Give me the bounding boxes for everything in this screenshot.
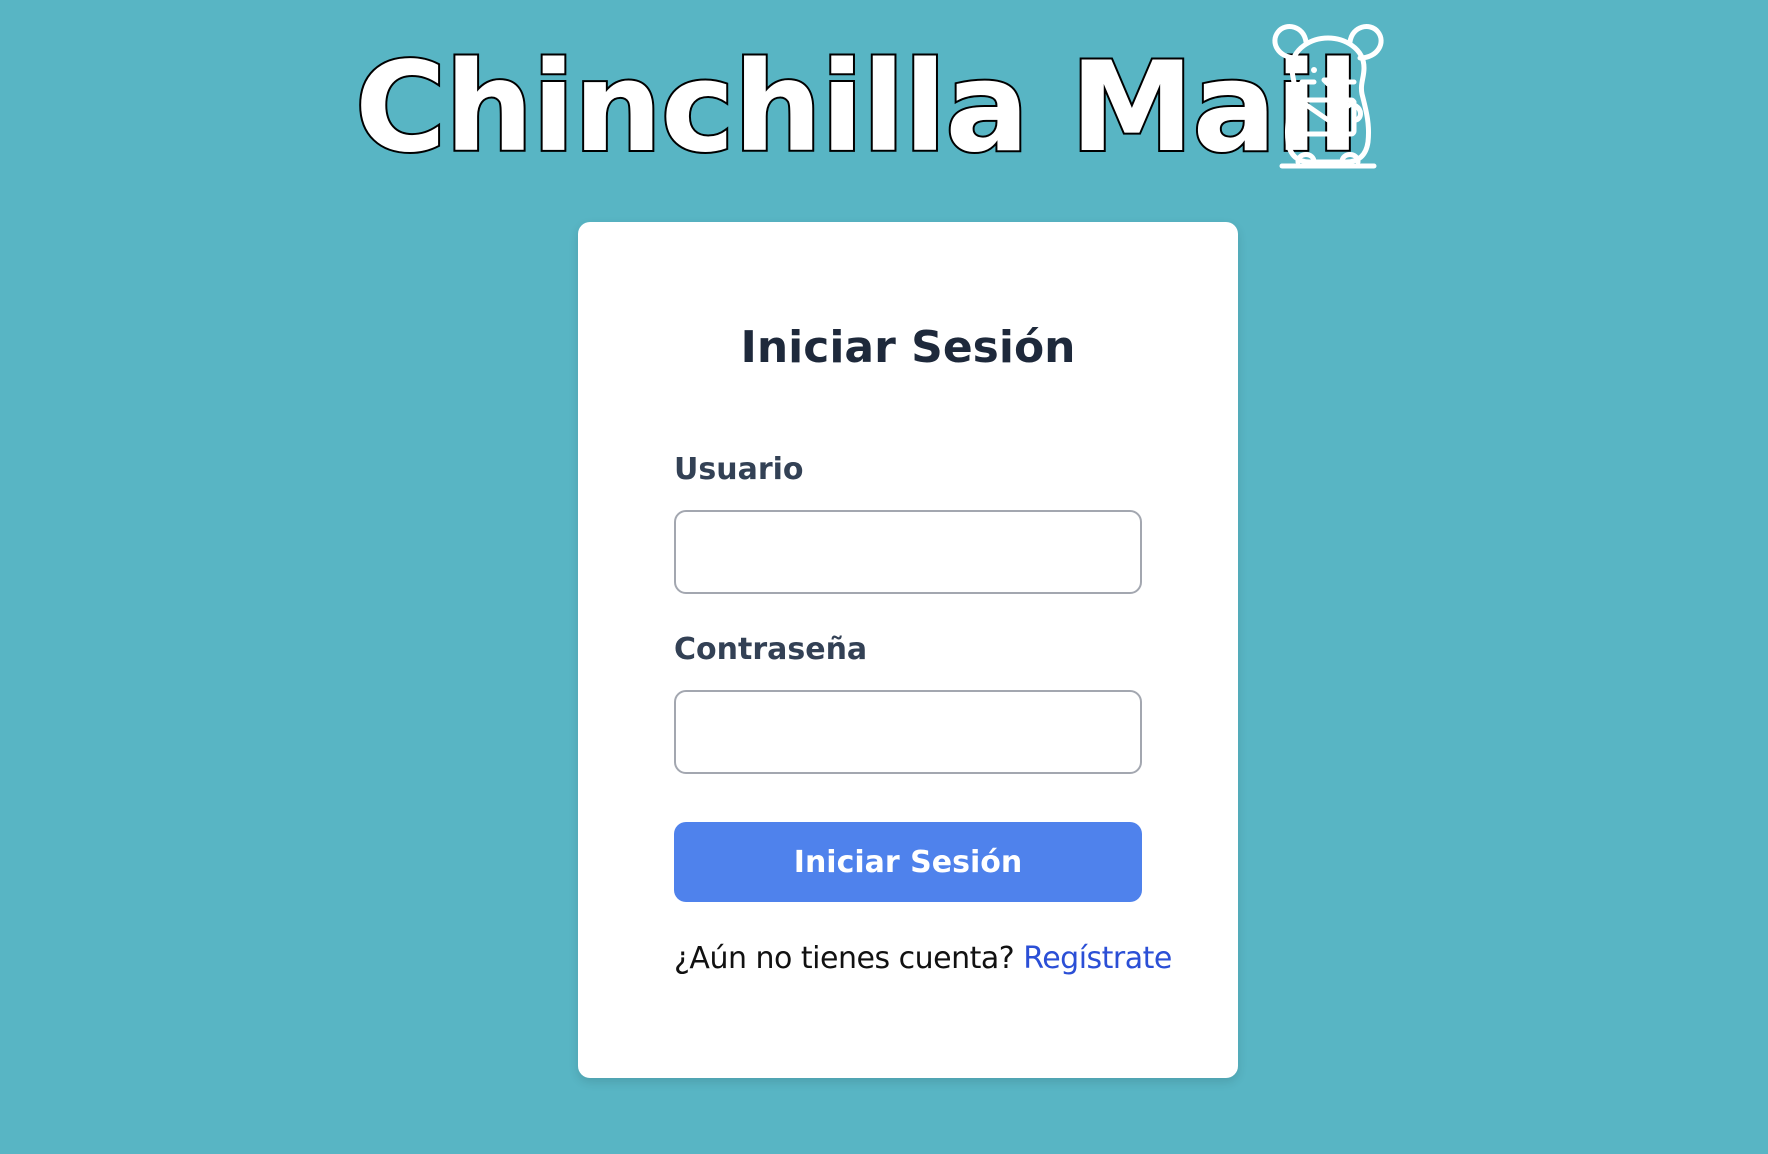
password-label: Contraseña [674,632,868,667]
login-card: Iniciar Sesión Usuario Contraseña Inicia… [578,222,1238,1078]
register-prompt-row: ¿Aún no tienes cuenta? Regístrate [674,938,1172,980]
login-heading: Iniciar Sesión [740,322,1076,373]
password-input[interactable] [674,690,1142,774]
register-link[interactable]: Regístrate [1023,941,1172,976]
chinchilla-mail-icon [1272,24,1384,169]
brand-header: Chinchilla Mail [0,20,1768,180]
username-input[interactable] [674,510,1142,594]
register-prompt-text: ¿Aún no tienes cuenta? [674,941,1015,976]
app-title: Chinchilla Mail [353,36,1361,180]
login-button[interactable]: Iniciar Sesión [674,822,1142,902]
username-label: Usuario [674,452,804,487]
